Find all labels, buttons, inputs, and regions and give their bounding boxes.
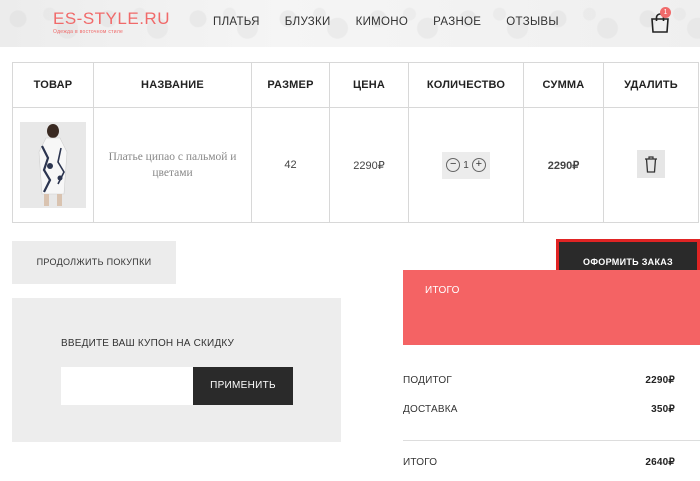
cart-table: ТОВАР НАЗВАНИЕ РАЗМЕР ЦЕНА КОЛИЧЕСТВО СУ… [12,62,699,223]
product-name[interactable]: Платье ципао с пальмой и цветами [94,149,251,181]
totals-header: ИТОГО [403,270,700,345]
nav-item-misc[interactable]: РАЗНОЕ [433,16,481,28]
table-row: Платье ципао с пальмой и цветами 42 2290… [12,107,699,223]
delete-cell [603,107,699,223]
col-header-size: РАЗМЕР [251,62,330,108]
product-price: 2290₽ [329,107,409,223]
coupon-input[interactable] [61,367,193,405]
col-header-product: ТОВАР [12,62,94,108]
delivery-value: 350₽ [651,404,675,415]
subtotal-label: ПОДИТОГ [403,375,452,386]
nav-item-blouses[interactable]: БЛУЗКИ [285,16,331,28]
subtotal-value: 2290₽ [645,375,675,386]
nav-item-dresses[interactable]: ПЛАТЬЯ [213,16,260,28]
col-header-quantity: КОЛИЧЕСТВО [408,62,524,108]
col-header-delete: УДАЛИТЬ [603,62,699,108]
plus-icon[interactable]: + [471,158,486,172]
continue-shopping-button[interactable]: ПРОДОЛЖИТЬ ПОКУПКИ [12,241,176,284]
minus-icon[interactable]: − [446,158,461,172]
table-header-row: ТОВАР НАЗВАНИЕ РАЗМЕР ЦЕНА КОЛИЧЕСТВО СУ… [12,62,699,108]
logo-text: ES-STYLE.RU [53,9,170,28]
total-value: 2640₽ [645,457,675,468]
trash-icon [645,155,657,173]
delivery-label: ДОСТАВКА [403,404,458,415]
cart-count-badge: 1 [660,7,671,18]
product-sum: 2290₽ [523,107,604,223]
nav-item-kimono[interactable]: КИМОНО [356,16,409,28]
dress-image [20,122,86,208]
product-name-cell: Платье ципао с пальмой и цветами [93,107,252,223]
coupon-panel: ВВЕДИТЕ ВАШ КУПОН НА СКИДКУ ПРИМЕНИТЬ [12,298,341,442]
quantity-stepper: − 1 + [442,151,490,179]
total-label: ИТОГО [403,457,438,468]
site-header: ES-STYLE.RU Одежда в восточном стиле ПЛА… [0,0,700,47]
col-header-name: НАЗВАНИЕ [93,62,252,108]
site-logo[interactable]: ES-STYLE.RU Одежда в восточном стиле [53,9,170,36]
col-header-sum: СУММА [523,62,604,108]
logo-subtitle: Одежда в восточном стиле [53,29,124,35]
delete-button[interactable] [637,149,665,178]
coupon-label: ВВЕДИТЕ ВАШ КУПОН НА СКИДКУ [61,338,235,349]
col-header-price: ЦЕНА [329,62,409,108]
product-size: 42 [251,107,330,223]
main-nav: ПЛАТЬЯ БЛУЗКИ КИМОНО РАЗНОЕ ОТЗЫВЫ [213,16,584,28]
totals-heading: ИТОГО [425,285,460,296]
cart-button[interactable]: 1 [650,7,671,34]
totals-divider [403,440,700,441]
quantity-value[interactable]: 1 [463,160,469,171]
dress-thumbnail[interactable] [20,122,86,208]
quantity-cell: − 1 + [408,107,524,223]
nav-item-reviews[interactable]: ОТЗЫВЫ [506,16,559,28]
product-image-cell [12,107,94,223]
apply-coupon-button[interactable]: ПРИМЕНИТЬ [193,367,293,405]
